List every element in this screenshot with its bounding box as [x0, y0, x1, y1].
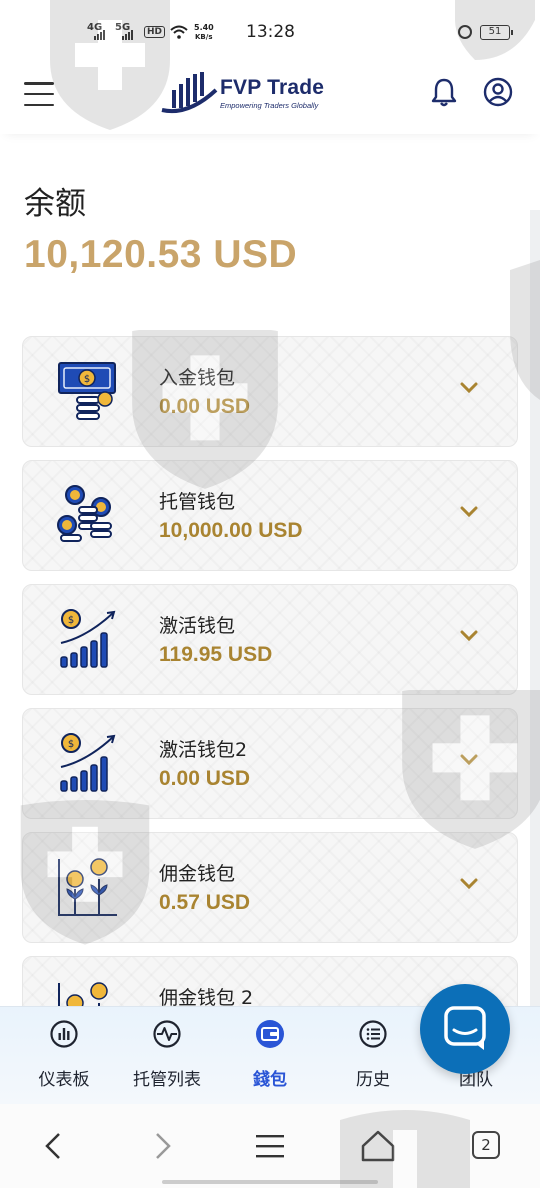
wallet-amount: 0.57 USD — [159, 891, 251, 914]
nav-item-history[interactable]: 历史 — [319, 1007, 427, 1105]
nav-label: 历史 — [356, 1070, 390, 1090]
chevron-down-icon[interactable] — [459, 877, 479, 891]
balance-value: 10,120.53 USD — [24, 233, 298, 276]
wallet-card-deposit[interactable]: $ 入金钱包 0.00 USD — [22, 336, 518, 447]
wallet-list: $ 入金钱包 0.00 USD 托管钱包 10,000.00 USD $ 激活钱… — [22, 336, 518, 1080]
nav-label: 托管列表 — [133, 1070, 201, 1090]
scrollbar[interactable] — [530, 210, 540, 1010]
alarm-icon — [458, 25, 472, 39]
wifi-icon — [170, 25, 188, 39]
status-bar: 4G 5G HD 5.40 KB/s 13:28 51 — [0, 0, 540, 64]
wallet-amount: 10,000.00 USD — [159, 519, 303, 542]
nav-item-custody-list[interactable]: 托管列表 — [113, 1007, 221, 1105]
wallet-card-custody[interactable]: 托管钱包 10,000.00 USD — [22, 460, 518, 571]
growth-chart-icon: $ — [60, 609, 116, 668]
pulse-icon — [153, 1020, 181, 1048]
battery-icon: 51 — [480, 25, 513, 40]
cash-icon: $ — [58, 362, 116, 420]
wallet-card-activation-2[interactable]: $ 激活钱包2 0.00 USD — [22, 708, 518, 819]
tabs-count-button[interactable]: 2 — [472, 1131, 500, 1159]
logo-subtitle: Empowering Traders Globally — [220, 101, 319, 110]
nav-item-dashboard[interactable]: 仪表板 — [10, 1007, 118, 1105]
wallet-icon — [256, 1020, 284, 1048]
wallet-name: 佣金钱包 — [159, 863, 236, 885]
svg-text:$: $ — [84, 374, 90, 385]
chevron-down-icon[interactable] — [459, 381, 479, 395]
wallet-amount: 119.95 USD — [159, 643, 273, 666]
wallet-name: 激活钱包 — [159, 615, 236, 637]
signal-icon-2 — [122, 30, 133, 40]
nav-label: 仪表板 — [38, 1070, 90, 1090]
balance-label: 余额 — [24, 186, 86, 222]
user-account-icon[interactable] — [482, 76, 514, 108]
wallet-name: 激活钱包2 — [159, 739, 248, 761]
coin-plant-icon — [58, 858, 117, 916]
growth-chart-icon: $ — [60, 733, 116, 792]
net-speed: 5.40 — [194, 23, 214, 32]
chevron-down-icon[interactable] — [459, 629, 479, 643]
chat-button[interactable] — [420, 984, 510, 1074]
net-speed-unit: KB/s — [195, 33, 213, 41]
chevron-down-icon[interactable] — [459, 753, 479, 767]
nav-label: 錢包 — [253, 1070, 287, 1090]
dashboard-icon — [50, 1020, 78, 1048]
browser-menu-icon[interactable] — [250, 1126, 290, 1166]
wallet-card-commission[interactable]: 佣金钱包 0.57 USD — [22, 832, 518, 943]
bell-icon[interactable] — [428, 76, 460, 108]
wallet-amount: 0.00 USD — [159, 395, 251, 418]
logo-mark-icon — [161, 72, 218, 113]
logo-title: FVP Trade — [220, 76, 325, 99]
home-icon[interactable] — [358, 1126, 398, 1166]
signal-icon — [94, 30, 105, 40]
nav-item-wallet[interactable]: 錢包 — [216, 1007, 324, 1105]
wallet-card-activation[interactable]: $ 激活钱包 119.95 USD — [22, 584, 518, 695]
chat-icon — [444, 1006, 486, 1050]
menu-icon[interactable] — [24, 82, 54, 106]
chevron-down-icon[interactable] — [459, 505, 479, 519]
wallet-name: 托管钱包 — [159, 491, 236, 513]
hd-badge: HD — [144, 26, 166, 38]
forward-icon[interactable] — [142, 1126, 182, 1166]
wallet-name: 入金钱包 — [159, 367, 236, 389]
home-indicator — [162, 1180, 378, 1184]
status-time: 13:28 — [246, 22, 295, 42]
fvp-logo[interactable]: FVP Trade Empowering Traders Globally — [158, 68, 338, 120]
wallet-amount: 0.00 USD — [159, 767, 251, 790]
list-icon — [359, 1020, 387, 1048]
svg-text:$: $ — [68, 739, 74, 750]
svg-text:$: $ — [68, 615, 74, 626]
coin-stack-icon — [57, 485, 112, 542]
app-header: FVP Trade Empowering Traders Globally — [0, 64, 540, 134]
browser-toolbar — [0, 1104, 540, 1188]
back-icon[interactable] — [34, 1126, 74, 1166]
